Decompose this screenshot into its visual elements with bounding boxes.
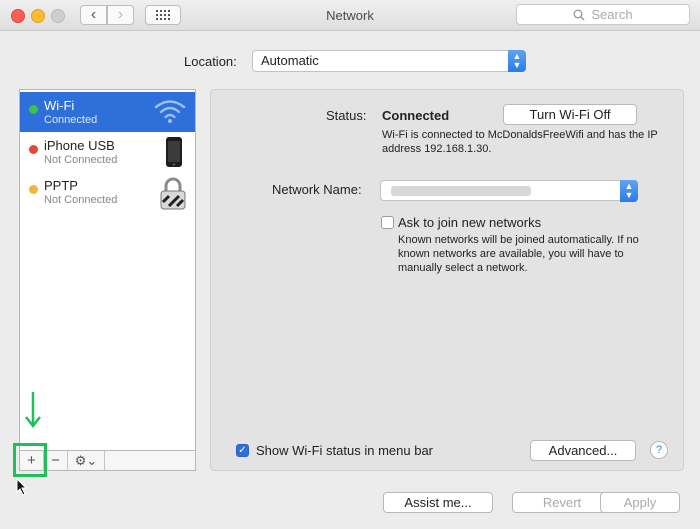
search-field[interactable]: Search — [516, 4, 690, 25]
ask-to-join-description: Known networks will be joined automatica… — [398, 234, 639, 274]
revert-button[interactable]: Revert — [512, 492, 612, 513]
status-label: Status: — [326, 108, 367, 123]
show-wifi-status-checkbox[interactable]: ✓ — [236, 444, 249, 457]
remove-service-button[interactable]: − — [44, 451, 68, 470]
service-name: Wi-Fi — [44, 98, 75, 113]
status-dot-yellow — [29, 185, 38, 194]
wifi-icon — [154, 100, 186, 123]
network-name-select[interactable]: ▲ ▼ — [380, 180, 638, 202]
service-status: Not Connected — [44, 154, 118, 166]
status-value: Connected — [382, 108, 450, 123]
service-name: iPhone USB — [44, 138, 115, 153]
location-value: Automatic — [261, 53, 319, 68]
service-status: Connected — [44, 114, 98, 126]
updown-arrows-icon: ▲ ▼ — [620, 180, 638, 202]
service-name: PPTP — [44, 178, 78, 193]
help-button[interactable]: ? — [650, 441, 668, 459]
show-wifi-status-label: Show Wi-Fi status in menu bar — [256, 443, 434, 458]
service-status: Not Connected — [44, 194, 118, 206]
network-name-label: Network Name: — [272, 182, 362, 197]
search-icon — [573, 9, 585, 21]
status-description: Wi-Fi is connected to McDonaldsFreeWifi … — [382, 129, 658, 155]
updown-arrows-icon: ▲ ▼ — [508, 50, 526, 72]
service-list[interactable]: Wi-Fi Connected iPhone USB Not Connected… — [19, 89, 196, 451]
blurred-network-name — [391, 186, 531, 196]
assist-me-button[interactable]: Assist me... — [383, 492, 493, 513]
title-bar: ‹ › Network Search — [0, 0, 700, 31]
ask-to-join-label: Ask to join new networks — [398, 215, 542, 230]
turn-wifi-off-button[interactable]: Turn Wi-Fi Off — [503, 104, 637, 125]
gear-icon[interactable]: ⚙⌄ — [68, 451, 105, 470]
location-select[interactable]: Automatic ▲ ▼ — [252, 50, 526, 72]
service-item-iphone-usb[interactable]: iPhone USB Not Connected — [20, 132, 195, 172]
green-down-arrow-icon — [25, 392, 41, 429]
mouse-pointer-icon — [16, 478, 28, 496]
location-label: Location: — [184, 54, 237, 69]
status-dot-green — [29, 105, 38, 114]
search-placeholder: Search — [591, 7, 633, 22]
advanced-button[interactable]: Advanced... — [530, 440, 636, 461]
service-item-wifi[interactable]: Wi-Fi Connected — [20, 92, 195, 132]
checkmark-icon: ✓ — [238, 445, 247, 456]
ask-to-join-checkbox[interactable] — [381, 216, 394, 229]
service-item-pptp[interactable]: PPTP Not Connected — [20, 172, 195, 212]
status-dot-red — [29, 145, 38, 154]
iphone-icon — [166, 137, 182, 167]
highlight-box — [13, 443, 47, 477]
lock-icon — [160, 177, 186, 210]
apply-button[interactable]: Apply — [600, 492, 680, 513]
